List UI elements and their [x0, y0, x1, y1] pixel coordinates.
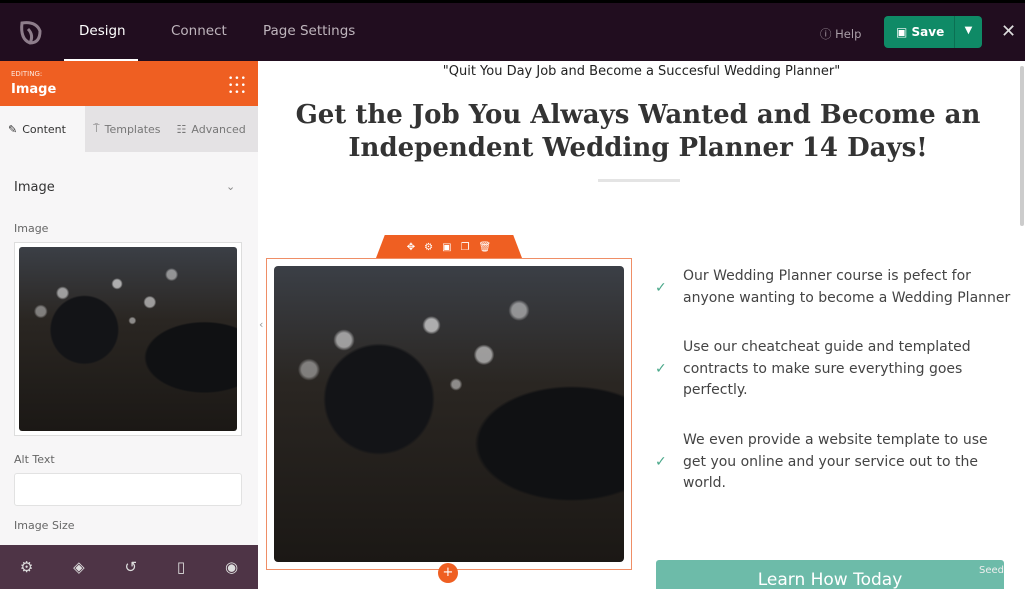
alt-text-label: Alt Text	[14, 453, 55, 466]
save-icon: ▣	[896, 25, 912, 39]
scrollbar[interactable]	[1020, 66, 1024, 226]
check-icon: ✓	[655, 454, 667, 470]
gear-icon[interactable]: ⚙	[20, 558, 33, 576]
tab-content[interactable]: ✎ Content	[0, 106, 85, 152]
trash-icon[interactable]: 🗑	[479, 242, 492, 253]
tab-connect[interactable]: Connect	[171, 23, 227, 39]
cta-label: Learn How Today	[757, 570, 903, 589]
move-icon[interactable]: ✥	[407, 242, 415, 253]
headline[interactable]: Get the Job You Always Wanted and Become…	[288, 99, 988, 165]
list-item-text: We even provide a website template to us…	[683, 432, 988, 491]
history-icon[interactable]: ↺	[125, 558, 138, 576]
tab-advanced[interactable]: ☷ Advanced	[169, 106, 254, 152]
duplicate-icon[interactable]: ❐	[461, 242, 470, 253]
list-item-text: Use our cheatcheat guide and templated c…	[683, 339, 971, 398]
list-item-text: Our Wedding Planner course is pefect for…	[683, 268, 1011, 306]
editing-header: EDITING: Image ••• ••• •••	[0, 61, 258, 106]
page-canvas: "Quit You Day Job and Become a Succesful…	[258, 61, 1025, 589]
sidebar: EDITING: Image ••• ••• ••• ✎ Content ⍑ Templ…	[0, 61, 258, 545]
tab-page-settings[interactable]: Page Settings	[263, 23, 355, 39]
pencil-icon: ✎	[8, 122, 18, 136]
list-item[interactable]: ✓ Our Wedding Planner course is pefect fo…	[655, 266, 1013, 309]
learn-how-today-button[interactable]: Learn How Today Seed	[656, 560, 1004, 589]
list-item[interactable]: ✓ Use our cheatcheat guide and templated …	[655, 337, 1013, 402]
mobile-preview-icon[interactable]: ▯	[177, 558, 185, 576]
collapse-sidebar-icon[interactable]: ‹	[259, 318, 263, 331]
check-icon: ✓	[655, 280, 667, 296]
quote-text[interactable]: "Quit You Day Job and Become a Succesful…	[258, 64, 1025, 79]
help-icon: ⓘ	[820, 27, 836, 41]
image-picker[interactable]	[14, 242, 242, 436]
divider	[598, 179, 680, 182]
tab-label: Content	[22, 122, 66, 136]
tab-design[interactable]: Design	[79, 23, 126, 39]
seedprod-logo-icon[interactable]	[16, 17, 46, 47]
bottom-toolbar: ⚙ ◈ ↺ ▯ ◉	[0, 545, 258, 589]
paint-roller-icon: ⍑	[93, 122, 100, 135]
watermark: Seed	[979, 565, 1004, 576]
tab-label: Advanced	[191, 122, 246, 136]
grid-menu-icon[interactable]: ••• ••• •••	[228, 75, 247, 98]
save-block-icon[interactable]: ▣	[442, 242, 451, 253]
image-label: Image	[14, 222, 49, 235]
layers-icon[interactable]: ◈	[73, 558, 85, 576]
editing-label: EDITING:	[11, 70, 43, 78]
top-bar: Design Connect Page Settings ⓘ Help ▣ Sa…	[0, 3, 1025, 61]
tab-templates[interactable]: ⍑ Templates	[85, 106, 169, 152]
image-thumbnail	[19, 247, 237, 431]
wedding-photo	[274, 266, 624, 562]
save-dropdown-chevron-icon[interactable]: ▼	[954, 16, 982, 48]
check-icon: ✓	[655, 361, 667, 377]
sidebar-tabs: ✎ Content ⍑ Templates ☷ Advanced	[0, 106, 258, 152]
settings-icon[interactable]: ⚙	[424, 242, 433, 253]
section-title[interactable]: Image	[14, 180, 55, 195]
alt-text-input[interactable]	[14, 473, 242, 506]
image-block[interactable]	[266, 258, 632, 570]
help-label: Help	[835, 27, 862, 41]
sliders-icon: ☷	[176, 122, 187, 136]
eye-icon[interactable]: ◉	[225, 558, 238, 576]
editing-element-name: Image	[11, 82, 57, 97]
block-toolbar: ✥ ⚙ ▣ ❐ 🗑	[376, 235, 522, 258]
image-size-label: Image Size	[14, 519, 75, 532]
chevron-down-icon[interactable]: ⌄	[226, 180, 235, 193]
add-block-icon[interactable]: +	[438, 563, 458, 583]
help-button[interactable]: ⓘ Help	[820, 26, 861, 42]
save-button[interactable]: ▣ Save ▼	[884, 16, 982, 48]
list-item[interactable]: ✓ We even provide a website template to u…	[655, 430, 1013, 495]
tab-label: Templates	[104, 122, 161, 136]
save-label: Save	[911, 25, 945, 39]
close-icon[interactable]: ✕	[1001, 21, 1016, 42]
